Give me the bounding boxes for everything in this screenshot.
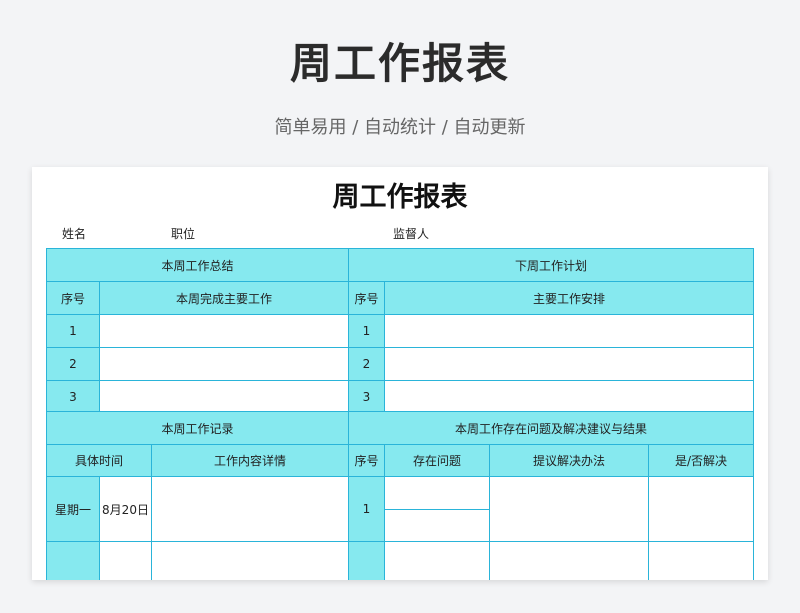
- summary-row-input[interactable]: [99, 314, 349, 348]
- record-col-detail: 工作内容详情: [151, 444, 349, 477]
- summary-header: 本周工作总结: [46, 248, 349, 282]
- issues-col-problem: 存在问题: [384, 444, 490, 477]
- report-sheet: 周工作报表 姓名 职位 监督人 本周工作总结 下周工作计划 序号 本周完成主要工…: [32, 167, 768, 580]
- issues-col-resolved: 是/否解决: [648, 444, 754, 477]
- plan-header: 下周工作计划: [348, 248, 754, 282]
- plan-row-index: 1: [348, 314, 385, 348]
- issues-resolved-input[interactable]: [648, 476, 754, 542]
- record-header: 本周工作记录: [46, 411, 349, 445]
- issues-problem-input[interactable]: [384, 509, 490, 542]
- issues-header: 本周工作存在问题及解决建议与结果: [348, 411, 754, 445]
- plan-row-input[interactable]: [384, 347, 754, 381]
- banner-subtitle: 简单易用 / 自动统计 / 自动更新: [274, 117, 526, 138]
- banner-title: 周工作报表: [289, 39, 510, 88]
- issues-problem-input[interactable]: [384, 541, 490, 580]
- record-col-time: 具体时间: [46, 444, 152, 477]
- issues-solution-input[interactable]: [489, 541, 649, 580]
- sheet-title: 周工作报表: [332, 182, 468, 213]
- summary-row-input[interactable]: [99, 347, 349, 381]
- issues-resolved-input[interactable]: [648, 541, 754, 580]
- record-detail-input[interactable]: [151, 541, 349, 580]
- plan-row-input[interactable]: [384, 314, 754, 348]
- issues-row-index: [348, 541, 385, 580]
- plan-row-index: 2: [348, 347, 385, 381]
- summary-row-input[interactable]: [99, 380, 349, 414]
- summary-row-index: 1: [46, 314, 100, 348]
- name-label: 姓名: [62, 227, 87, 241]
- issues-row-index: 1: [348, 476, 385, 542]
- plan-col-main: 主要工作安排: [384, 281, 754, 315]
- record-date[interactable]: [99, 541, 152, 580]
- issues-solution-input[interactable]: [489, 476, 649, 542]
- plan-row-input[interactable]: [384, 380, 754, 414]
- plan-col-index: 序号: [348, 281, 385, 315]
- record-date[interactable]: 8月20日: [99, 476, 152, 542]
- summary-col-index: 序号: [46, 281, 100, 315]
- summary-row-index: 2: [46, 347, 100, 381]
- issues-col-index: 序号: [348, 444, 385, 477]
- record-day: [46, 541, 100, 580]
- record-detail-input[interactable]: [151, 476, 349, 542]
- summary-row-index: 3: [46, 380, 100, 414]
- plan-row-index: 3: [348, 380, 385, 414]
- issues-col-solution: 提议解决办法: [489, 444, 649, 477]
- issues-problem-input[interactable]: [384, 476, 490, 510]
- summary-col-main: 本周完成主要工作: [99, 281, 349, 315]
- record-day: 星期一: [46, 476, 100, 542]
- supervisor-label: 监督人: [393, 227, 430, 241]
- position-label: 职位: [171, 227, 196, 241]
